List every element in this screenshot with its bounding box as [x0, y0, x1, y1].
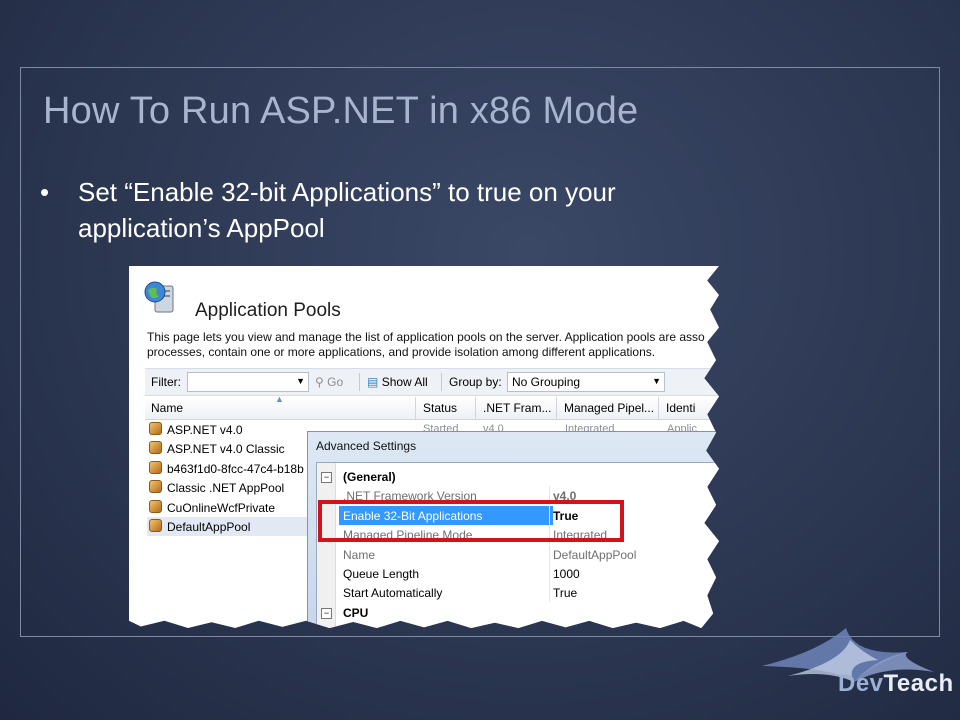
- application-pools-description: This page lets you view and manage the l…: [147, 330, 719, 360]
- group-general[interactable]: − (General): [317, 467, 719, 486]
- toolbar-separator: [359, 373, 360, 391]
- column-status[interactable]: Status: [423, 401, 457, 415]
- collapse-icon[interactable]: −: [321, 472, 332, 483]
- property-row[interactable]: Start Automatically True: [317, 583, 719, 603]
- property-divider: [549, 564, 550, 583]
- app-pool-icon: [149, 460, 162, 474]
- filter-input[interactable]: ▼: [187, 372, 309, 392]
- property-grid: − (General) .NET Framework Version v4.0 …: [316, 462, 719, 628]
- pools-grid-header: Name ▲ Status .NET Fram... Managed Pipel…: [145, 394, 719, 420]
- filter-toolbar: Filter: ▼ ⚲ Go ▤ Show All Group by: No G…: [145, 368, 719, 396]
- app-pool-icon: [149, 480, 162, 494]
- sort-ascending-icon: ▲: [275, 394, 284, 404]
- column-name[interactable]: Name: [151, 401, 183, 415]
- show-all-icon: ▤: [367, 375, 379, 389]
- group-by-dropdown-arrow-icon[interactable]: ▼: [652, 376, 661, 386]
- column-pipeline[interactable]: Managed Pipel...: [564, 401, 654, 415]
- column-separator: [475, 397, 476, 419]
- group-cpu[interactable]: − CPU: [317, 603, 719, 622]
- binoculars-icon: ⚲: [315, 375, 324, 389]
- column-framework[interactable]: .NET Fram...: [483, 401, 551, 415]
- go-button[interactable]: ⚲ Go: [315, 375, 343, 389]
- highlight-box: [318, 500, 624, 542]
- bullet-text: Set “Enable 32-bit Applications” to true…: [78, 177, 616, 243]
- description-line-2: processes, contain one or more applicati…: [147, 345, 656, 359]
- advanced-settings-title: Advanced Settings: [316, 439, 417, 453]
- app-pool-icon: [149, 441, 162, 455]
- devteach-logo-text: DevTeach: [838, 670, 954, 697]
- server-globe-icon: [144, 281, 174, 313]
- property-row[interactable]: Name DefaultAppPool: [317, 544, 719, 564]
- group-by-label: Group by:: [449, 375, 502, 389]
- app-pool-icon: [149, 499, 162, 513]
- slide-title: How To Run ASP.NET in x86 Mode: [43, 90, 639, 132]
- toolbar-separator: [441, 373, 442, 391]
- collapse-icon[interactable]: −: [321, 607, 332, 619]
- filter-dropdown-arrow-icon[interactable]: ▼: [296, 376, 305, 386]
- group-by-value: No Grouping: [512, 375, 581, 389]
- column-separator: [556, 397, 557, 419]
- description-line-1: This page lets you view and manage the l…: [147, 330, 705, 344]
- app-pool-icon: [149, 422, 162, 435]
- group-by-select[interactable]: No Grouping ▼: [507, 372, 665, 392]
- bullet-marker: •: [40, 177, 50, 207]
- column-separator: [658, 397, 659, 419]
- property-row[interactable]: Queue Length 1000: [317, 564, 719, 583]
- property-divider: [549, 544, 550, 564]
- iis-screenshot: Application Pools This page lets you vie…: [129, 266, 719, 628]
- filter-label: Filter:: [151, 375, 181, 389]
- application-pools-title: Application Pools: [195, 300, 341, 321]
- property-divider: [549, 583, 550, 603]
- show-all-button[interactable]: ▤ Show All: [367, 375, 428, 389]
- column-identity[interactable]: Identi: [666, 401, 695, 415]
- app-pool-icon: [149, 518, 162, 532]
- column-separator: [415, 397, 416, 419]
